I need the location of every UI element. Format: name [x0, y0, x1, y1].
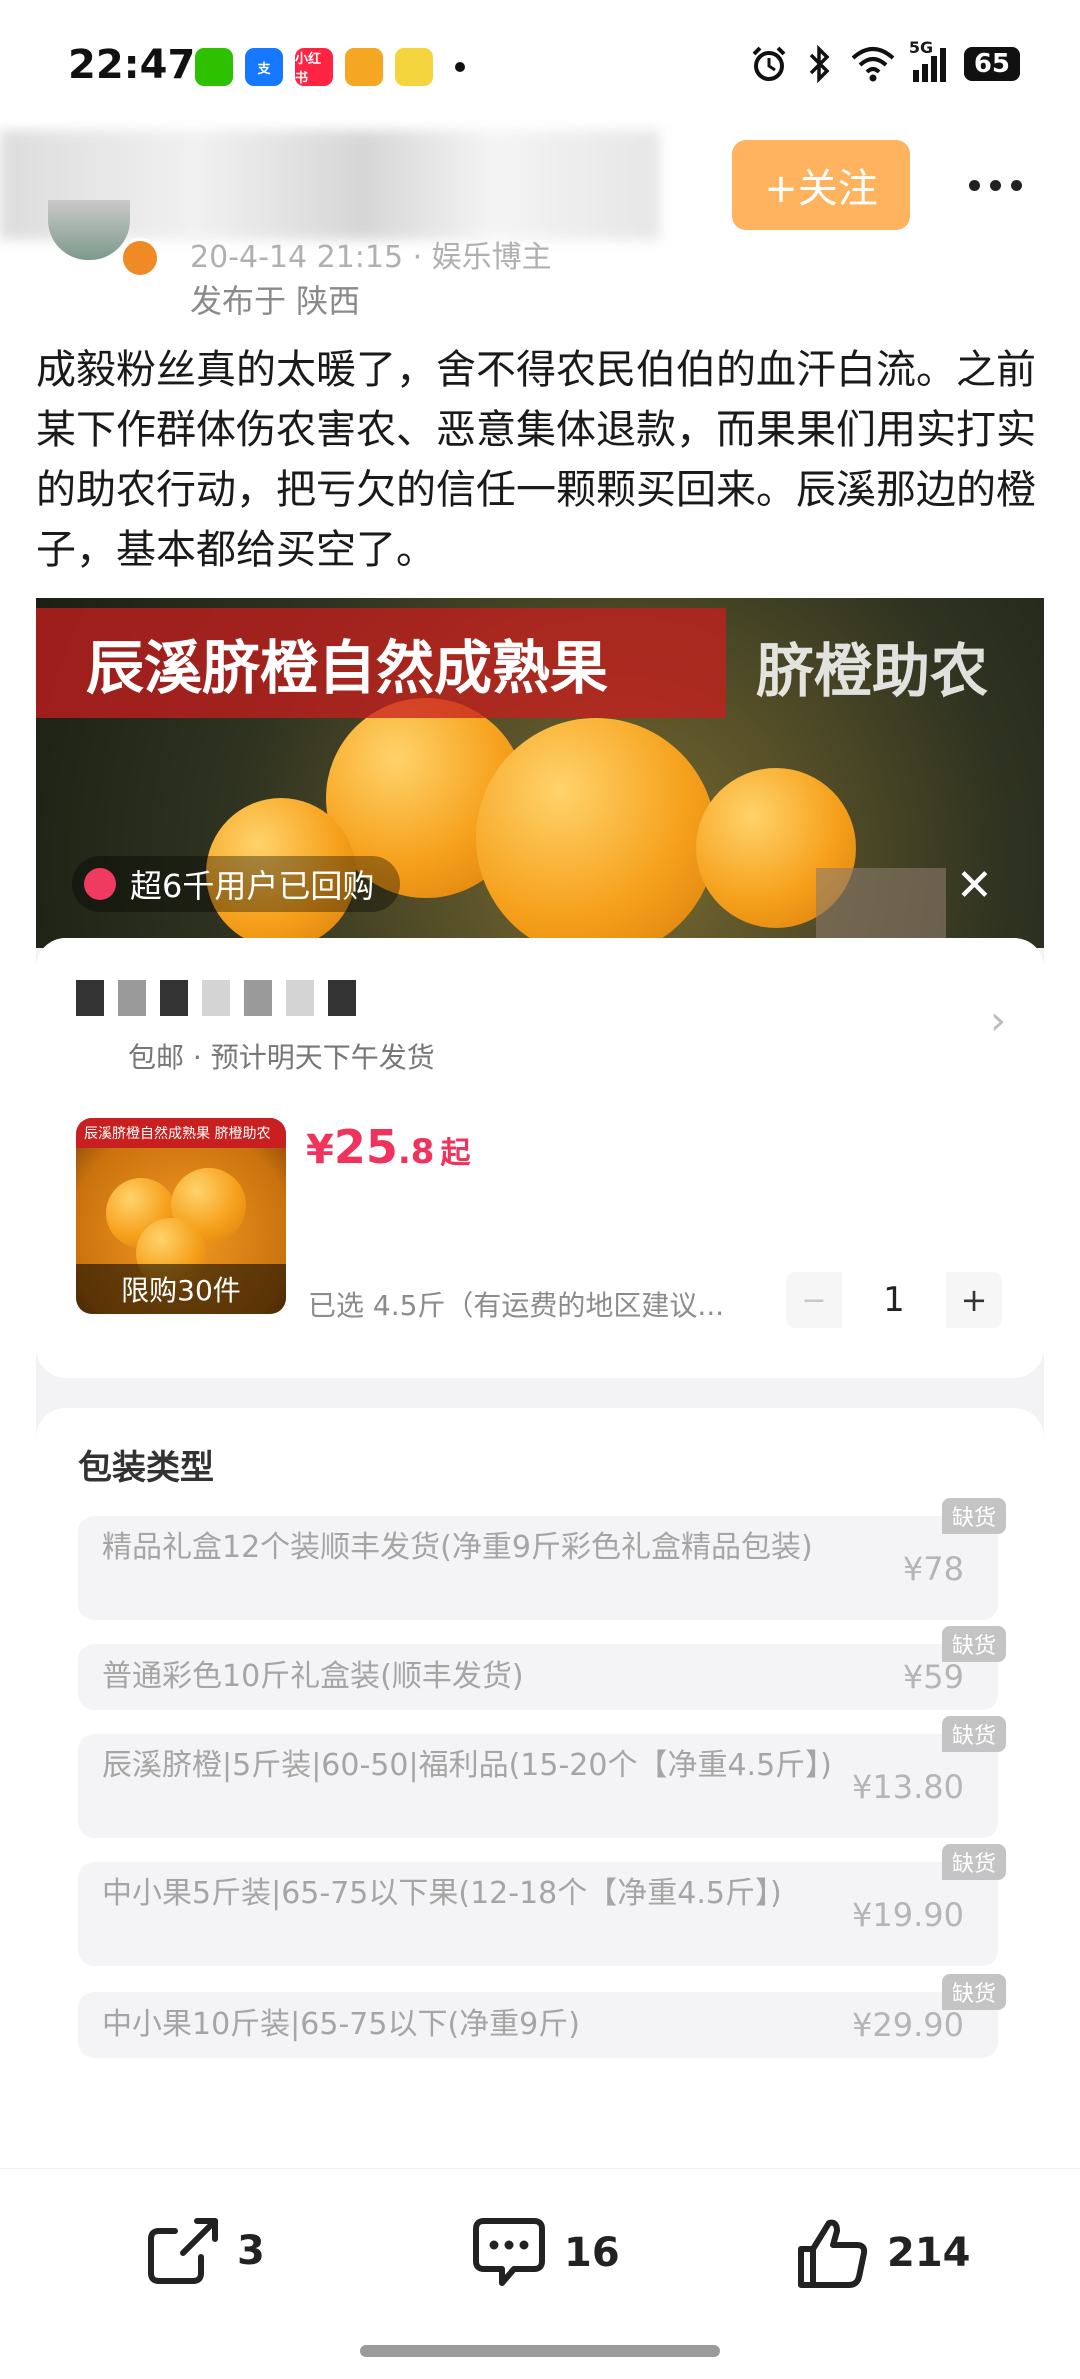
price-currency: ¥	[306, 1127, 334, 1173]
shipping-info: 包邮 · 预计明天下午发货	[128, 1041, 435, 1074]
video-app-icon	[395, 48, 433, 86]
out-of-stock-badge: 缺货	[941, 1974, 1006, 2010]
signal-icon: 5G	[909, 38, 946, 82]
post-meta: 20-4-14 21:15 · 娱乐博主	[190, 240, 552, 275]
product-banner-image: 辰溪脐橙自然成熟果 脐橙助农 超6千用户已回购 ✕	[36, 598, 1044, 958]
option-price: ¥59	[902, 1658, 964, 1696]
option-price: ¥78	[902, 1550, 964, 1588]
wifi-icon	[851, 47, 895, 82]
weibo-icon	[345, 48, 383, 86]
packaging-option[interactable]: 普通彩色10斤礼盒装(顺丰发货) ¥59 缺货	[78, 1626, 1006, 1710]
decrease-button[interactable]: −	[786, 1272, 842, 1328]
fire-icon	[84, 868, 116, 900]
post-body: 成毅粉丝真的太暖了，舍不得农民伯伯的血汗白流。之前某下作群体伤农害农、恶意集体退…	[36, 347, 1036, 573]
comment-button[interactable]: 16	[470, 2215, 620, 2291]
increase-button[interactable]: +	[946, 1272, 1002, 1328]
quantity-stepper[interactable]: − 1 +	[786, 1272, 1002, 1328]
option-price: ¥19.90	[852, 1896, 964, 1934]
packaging-title: 包装类型	[78, 1448, 214, 1488]
out-of-stock-badge: 缺货	[941, 1716, 1006, 1752]
share-button[interactable]: 3	[145, 2215, 265, 2287]
post-location: 发布于 陕西	[190, 282, 361, 320]
share-icon	[148, 2218, 218, 2284]
product-thumbnail-strip: 辰溪脐橙自然成熟果 脐橙助农	[76, 1118, 286, 1148]
status-bar: 22:47 支 小红书 5G 65	[0, 0, 1080, 130]
option-label: 中小果10斤装|65-75以下(净重9斤)	[102, 2007, 580, 2042]
like-button[interactable]: 214	[795, 2215, 971, 2291]
option-price: ¥13.80	[852, 1768, 964, 1806]
option-label: 辰溪脐橙|5斤装|60-50|福利品(15-20个【净重4.5斤】)	[102, 1748, 832, 1783]
sku-sheet: 包邮 · 预计明天下午发货 › 辰溪脐橙自然成熟果 脐橙助农 限购30件 ¥25…	[36, 938, 1044, 2168]
option-label: 普通彩色10斤礼盒装(顺丰发货)	[102, 1659, 524, 1694]
banner-subtitle: 脐橙助农	[756, 637, 989, 705]
packaging-option[interactable]: 中小果10斤装|65-75以下(净重9斤) ¥29.90 缺货	[78, 1974, 1006, 2058]
repurchase-text: 超6千用户已回购	[130, 867, 375, 905]
more-options-icon[interactable]	[960, 160, 1030, 210]
banner-thumbnail	[816, 868, 946, 948]
more-notifications-dot	[455, 62, 465, 72]
embedded-screenshot[interactable]: 辰溪脐橙自然成熟果 脐橙助农 超6千用户已回购 ✕ 包邮 · 预计明天下午发货 …	[36, 598, 1044, 2168]
xiaohongshu-icon: 小红书	[295, 48, 333, 86]
selected-spec: 已选 4.5斤（有运费的地区建议...	[308, 1289, 725, 1322]
bluetooth-icon	[809, 44, 830, 84]
repurchase-badge: 超6千用户已回购	[72, 856, 401, 912]
notification-icons: 支 小红书	[195, 48, 465, 86]
packaging-option[interactable]: 辰溪脐橙|5斤装|60-50|福利品(15-20个【净重4.5斤】) ¥13.8…	[78, 1716, 1006, 1838]
address-redacted	[76, 980, 356, 1016]
out-of-stock-badge: 缺货	[941, 1626, 1006, 1662]
out-of-stock-badge: 缺货	[941, 1844, 1006, 1880]
option-label: 中小果5斤装|65-75以下果(12-18个【净重4.5斤】)	[102, 1876, 782, 1911]
battery-indicator: 65	[963, 47, 1020, 81]
banner-title: 辰溪脐橙自然成熟果	[36, 608, 726, 718]
clock: 22:47	[68, 42, 196, 88]
action-bar: 3 16 214	[0, 2168, 1080, 2379]
product-price: ¥25.8 起	[306, 1120, 470, 1174]
avatar[interactable]	[48, 200, 130, 260]
home-indicator[interactable]	[360, 2345, 720, 2357]
comment-icon	[473, 2218, 545, 2286]
system-icons: 5G 65	[749, 38, 1020, 84]
packaging-option[interactable]: 中小果5斤装|65-75以下果(12-18个【净重4.5斤】) ¥19.90 缺…	[78, 1844, 1006, 1966]
price-suffix: 起	[440, 1136, 471, 1171]
like-count: 214	[887, 2230, 971, 2276]
alipay-icon: 支	[245, 48, 283, 86]
packaging-options-card: 包装类型 精品礼盒12个装顺丰发货(净重9斤彩色礼盒精品包装) ¥78 缺货 普…	[36, 1408, 1044, 2168]
chevron-right-icon[interactable]: ›	[990, 998, 1006, 1044]
wechat-icon	[195, 48, 233, 86]
packaging-option[interactable]: 精品礼盒12个装顺丰发货(净重9斤彩色礼盒精品包装) ¥78 缺货	[78, 1498, 1006, 1620]
comment-count: 16	[564, 2230, 620, 2276]
thumbs-up-icon	[798, 2219, 868, 2288]
share-count: 3	[237, 2228, 265, 2274]
out-of-stock-badge: 缺货	[941, 1498, 1006, 1534]
verified-badge-icon	[120, 238, 160, 278]
alarm-icon	[752, 46, 786, 81]
limit-badge: 限购30件	[76, 1264, 286, 1314]
close-icon[interactable]: ✕	[956, 860, 993, 911]
price-decimal: .8	[397, 1132, 435, 1172]
option-label: 精品礼盒12个装顺丰发货(净重9斤彩色礼盒精品包装)	[102, 1530, 813, 1565]
price-integer: 25	[333, 1120, 398, 1174]
network-type: 5G	[908, 38, 934, 57]
product-summary-card: 包邮 · 预计明天下午发货 › 辰溪脐橙自然成熟果 脐橙助农 限购30件 ¥25…	[36, 938, 1044, 1378]
product-thumbnail: 辰溪脐橙自然成熟果 脐橙助农 限购30件	[76, 1118, 286, 1314]
follow-button[interactable]: +关注	[732, 140, 910, 230]
option-price: ¥29.90	[852, 2006, 964, 2044]
quantity-value[interactable]: 1	[842, 1272, 946, 1328]
